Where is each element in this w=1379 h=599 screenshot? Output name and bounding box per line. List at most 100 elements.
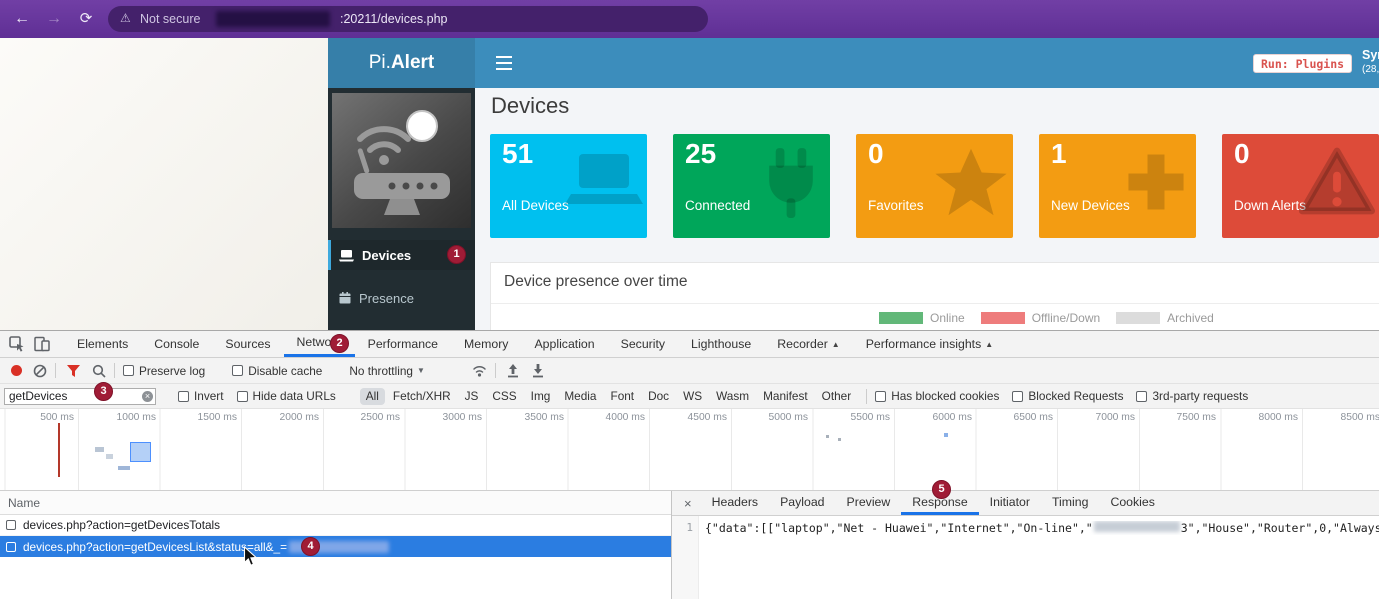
request-row[interactable]: devices.php?action=getDevicesTotals	[0, 515, 671, 536]
run-plugins-button[interactable]: Run: Plugins	[1253, 54, 1352, 73]
clear-filter-icon[interactable]: ×	[142, 391, 153, 402]
back-button[interactable]: ←	[10, 7, 34, 31]
search-icon[interactable]	[92, 364, 106, 378]
filter-type-wasm[interactable]: Wasm	[710, 388, 755, 405]
tab-performance[interactable]: Performance	[355, 331, 451, 357]
third-party-requests-label: 3rd-party requests	[1152, 389, 1248, 403]
has-blocked-cookies-checkbox[interactable]: Has blocked cookies	[875, 389, 999, 403]
blocked-requests-label: Blocked Requests	[1028, 389, 1123, 403]
third-party-requests-checkbox[interactable]: 3rd-party requests	[1136, 389, 1248, 403]
filter-type-manifest[interactable]: Manifest	[757, 388, 814, 405]
card-down-alerts-value: 0	[1234, 138, 1250, 170]
app-content: Devices 51 All Devices 25 Connected 0 Fa…	[475, 88, 1379, 330]
checkbox-icon	[6, 520, 16, 530]
filter-type-fetch-xhr[interactable]: Fetch/XHR	[387, 388, 457, 405]
export-har-icon[interactable]	[531, 363, 545, 378]
filter-type-other[interactable]: Other	[816, 388, 858, 405]
filter-type-ws[interactable]: WS	[677, 388, 708, 405]
tab-security[interactable]: Security	[608, 331, 678, 357]
tab-application[interactable]: Application	[521, 331, 607, 357]
legend-item-offline-down: Offline/Down	[981, 311, 1100, 325]
network-overview-timeline[interactable]: 500 ms 1000 ms 1500 ms 2000 ms 2500 ms 3…	[0, 409, 1379, 491]
clear-icon[interactable]	[33, 364, 47, 378]
brand-bold: Alert	[391, 52, 434, 74]
tab-recorder[interactable]: Recorder▲	[764, 331, 853, 357]
timeline-tick: 4000 ms	[587, 412, 645, 423]
mouse-cursor	[243, 546, 258, 572]
reload-button[interactable]: ⟳	[74, 7, 98, 31]
presence-panel-title: Device presence over time	[504, 273, 688, 291]
page-background	[0, 38, 328, 330]
card-connected[interactable]: 25 Connected	[673, 134, 830, 238]
blocked-requests-checkbox[interactable]: Blocked Requests	[1012, 389, 1123, 403]
checkbox-icon	[123, 365, 134, 376]
inspect-element-icon[interactable]	[9, 336, 25, 352]
preserve-log-checkbox[interactable]: Preserve log	[123, 364, 205, 378]
annotation-badge-2: 2	[330, 334, 349, 353]
address-bar[interactable]: ⚠ Not secure :20211/devices.php	[108, 6, 708, 32]
network-conditions-icon[interactable]	[472, 364, 487, 377]
activity-dot	[826, 435, 829, 438]
hamburger-menu-icon[interactable]	[496, 56, 512, 70]
detail-tab-payload[interactable]: Payload	[769, 491, 835, 515]
response-viewer: 1 {"data":[["laptop","Net - Huawei","Int…	[672, 516, 1379, 599]
card-down-alerts[interactable]: 0 Down Alerts	[1222, 134, 1379, 238]
filter-type-css[interactable]: CSS	[486, 388, 522, 405]
not-secure-label[interactable]: Not secure	[140, 12, 200, 26]
detail-tab-preview[interactable]: Preview	[836, 491, 902, 515]
detail-tab-timing[interactable]: Timing	[1041, 491, 1099, 515]
card-new-devices-value: 1	[1051, 138, 1067, 170]
filter-type-media[interactable]: Media	[558, 388, 602, 405]
app-topnav: Run: Plugins Sym (28,	[475, 38, 1379, 88]
card-connected-value: 25	[685, 138, 716, 170]
checkbox-icon	[232, 365, 243, 376]
invert-checkbox[interactable]: Invert	[178, 389, 224, 403]
user-info[interactable]: Sym (28,	[1362, 48, 1379, 76]
filter-type-doc[interactable]: Doc	[642, 388, 675, 405]
disable-cache-checkbox[interactable]: Disable cache	[232, 364, 322, 378]
filter-funnel-icon[interactable]	[66, 364, 81, 378]
card-all-devices-label: All Devices	[502, 198, 569, 213]
card-new-devices[interactable]: 1 New Devices	[1039, 134, 1196, 238]
plus-icon	[1120, 146, 1192, 223]
detail-tab-headers[interactable]: Headers	[701, 491, 769, 515]
line-number-gutter: 1	[672, 516, 699, 599]
tab-elements[interactable]: Elements	[64, 331, 141, 357]
divider	[114, 363, 115, 378]
brand-logo[interactable]: Pi.Alert	[328, 38, 475, 88]
filter-type-all[interactable]: All	[360, 388, 385, 405]
detail-tab-initiator[interactable]: Initiator	[979, 491, 1041, 515]
checkbox-icon	[6, 542, 16, 552]
request-row-selected[interactable]: devices.php?action=getDevicesList&status…	[0, 536, 671, 557]
timeline-tick: 5000 ms	[750, 412, 808, 423]
tab-memory[interactable]: Memory	[451, 331, 521, 357]
sidebar-item-presence[interactable]: Presence	[328, 283, 475, 313]
filter-type-img[interactable]: Img	[525, 388, 557, 405]
redacted-response-value	[1094, 521, 1180, 532]
filter-type-font[interactable]: Font	[604, 388, 640, 405]
sidebar: Pi.Alert Devices	[328, 38, 475, 330]
import-har-icon[interactable]	[506, 363, 520, 378]
request-list-name-header[interactable]: Name	[0, 491, 671, 515]
device-toolbar-icon[interactable]	[34, 336, 50, 352]
card-connected-label: Connected	[685, 198, 750, 213]
filter-input[interactable]	[4, 388, 156, 405]
devtools-tabbar: Elements Console Sources Network Perform…	[0, 331, 1379, 358]
tab-sources[interactable]: Sources	[212, 331, 283, 357]
filter-type-js[interactable]: JS	[459, 388, 485, 405]
tab-lighthouse[interactable]: Lighthouse	[678, 331, 764, 357]
record-button[interactable]	[11, 365, 22, 376]
throttling-value: No throttling	[349, 364, 413, 378]
close-icon[interactable]: ×	[672, 496, 701, 511]
laptop-icon	[565, 146, 643, 217]
tab-console[interactable]: Console	[141, 331, 212, 357]
detail-tab-cookies[interactable]: Cookies	[1099, 491, 1165, 515]
tab-performance-insights[interactable]: Performance insights▲	[853, 331, 1006, 357]
forward-button[interactable]: →	[42, 7, 66, 31]
throttling-dropdown[interactable]: No throttling▼	[349, 364, 425, 378]
browser-toolbar: ← → ⟳ ⚠ Not secure :20211/devices.php	[0, 0, 1379, 38]
card-all-devices[interactable]: 51 All Devices	[490, 134, 647, 238]
legend-item-online: Online	[879, 311, 965, 325]
hide-data-urls-checkbox[interactable]: Hide data URLs	[237, 389, 336, 403]
card-favorites[interactable]: 0 Favorites	[856, 134, 1013, 238]
